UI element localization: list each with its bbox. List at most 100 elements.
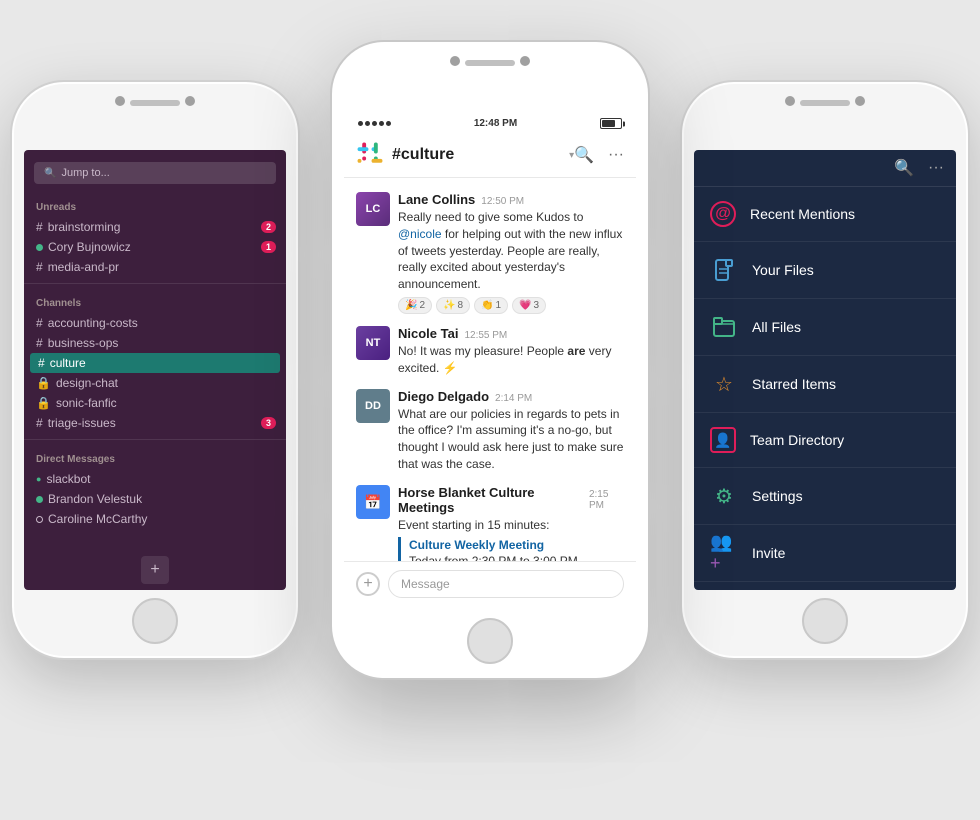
- msg-text-lane: Really need to give some Kudos to @nicol…: [398, 209, 624, 293]
- msg-time-nicole: 12:55 PM: [464, 330, 507, 341]
- msg-author-diego: Diego Delgado: [398, 389, 489, 404]
- unread-badge: 2: [261, 221, 276, 233]
- menu-label-all-files: All Files: [752, 319, 801, 335]
- sidebar-item-slackbot[interactable]: ● slackbot: [24, 469, 286, 489]
- menu-item-invite[interactable]: 👥+ Invite: [694, 525, 956, 582]
- ch-hash3: #: [36, 416, 43, 430]
- search-icon: 🔍: [44, 168, 56, 179]
- dm-name1: slackbot: [46, 472, 90, 486]
- dm-name2: Brandon Velestuk: [48, 492, 142, 506]
- menu-label-team: Team Directory: [750, 432, 844, 448]
- sidebar-item-brandon[interactable]: Brandon Velestuk: [24, 489, 286, 509]
- sidebar-item-cory[interactable]: Cory Bujnowicz 1: [24, 237, 286, 257]
- at-icon: @: [710, 201, 736, 227]
- sidebar-item-business[interactable]: # business-ops: [24, 333, 286, 353]
- event-title[interactable]: Culture Weekly Meeting: [409, 537, 624, 554]
- msg-header-cal: Horse Blanket Culture Meetings 2:15 PM: [398, 485, 624, 515]
- messages-list: LC Lane Collins 12:50 PM Really need to …: [344, 178, 636, 561]
- signal-dots: [358, 121, 391, 126]
- home-button-left[interactable]: [132, 598, 178, 644]
- msg-content-diego: Diego Delgado 2:14 PM What are our polic…: [398, 389, 624, 473]
- sidebar-item-design[interactable]: 🔒 design-chat: [24, 373, 286, 393]
- msg-author-cal: Horse Blanket Culture Meetings: [398, 485, 583, 515]
- avatar-nicole: NT: [356, 326, 390, 360]
- reaction-heart[interactable]: 💗 3: [512, 297, 546, 314]
- slack-logo: [356, 141, 384, 169]
- menu-item-switch-teams[interactable]: ⇄ Switch Teams: [694, 582, 956, 590]
- ch-name: business-ops: [48, 336, 119, 350]
- msg-text-diego: What are our policies in regards to pets…: [398, 406, 624, 473]
- menu-item-recent-mentions[interactable]: @ Recent Mentions: [694, 187, 956, 242]
- unreads-label: Unreads: [24, 194, 286, 217]
- sidebar-item-sonic[interactable]: 🔒 sonic-fanfic: [24, 393, 286, 413]
- event-card: Culture Weekly Meeting Today from 2:30 P…: [398, 537, 624, 561]
- msg-time-lane: 12:50 PM: [481, 196, 524, 207]
- event-time: Today from 2:30 PM to 3:00 PM: [409, 553, 624, 561]
- sidebar-item-culture[interactable]: # culture: [30, 353, 280, 373]
- message-input[interactable]: Message: [388, 570, 624, 598]
- message-calendar: 📅 Horse Blanket Culture Meetings 2:15 PM…: [344, 479, 636, 561]
- add-button[interactable]: +: [141, 556, 169, 584]
- msg-author-nicole: Nicole Tai: [398, 326, 458, 341]
- ch-name: culture: [50, 356, 86, 370]
- msg-header-lane: Lane Collins 12:50 PM: [398, 192, 624, 207]
- ch-lock2: 🔒: [36, 396, 51, 410]
- dm-name: Cory Bujnowicz: [48, 240, 131, 254]
- ch-hash: #: [38, 356, 45, 370]
- reaction-party[interactable]: 🎉 2: [398, 297, 432, 314]
- mention-nicole[interactable]: @nicole: [398, 227, 442, 241]
- sidebar-item-media[interactable]: # media-and-pr: [24, 257, 286, 277]
- reaction-clap[interactable]: 👏 1: [474, 297, 508, 314]
- ch-name: accounting-costs: [48, 316, 138, 330]
- right-screen: 🔍 ··· @ Recent Mentions: [694, 150, 956, 590]
- channel-title: #culture: [392, 146, 567, 164]
- reactions-lane: 🎉 2 ✨ 8 👏 1 💗 3: [398, 297, 624, 314]
- cal-day: 📅: [364, 495, 381, 509]
- camera-right-r: [855, 96, 865, 106]
- dm-badge: 1: [261, 241, 276, 253]
- speaker-center: [465, 60, 515, 66]
- menu-header: 🔍 ···: [694, 150, 956, 186]
- menu-item-starred[interactable]: ☆ Starred Items: [694, 356, 956, 413]
- dm-label: Direct Messages: [24, 446, 286, 469]
- menu-item-settings[interactable]: ⚙ Settings: [694, 468, 956, 525]
- sidebar-item-brainstorming[interactable]: # brainstorming 2: [24, 217, 286, 237]
- menu-label-recent: Recent Mentions: [750, 206, 855, 222]
- sidebar-item-accounting[interactable]: # accounting-costs: [24, 313, 286, 333]
- sidebar-search[interactable]: 🔍 Jump to...: [34, 162, 276, 184]
- camera-left-r: [785, 96, 795, 106]
- search-icon-header[interactable]: 🔍: [574, 145, 594, 165]
- sidebar-item-caroline[interactable]: Caroline McCarthy: [24, 509, 286, 529]
- menu-item-team-directory[interactable]: 👤 Team Directory: [694, 413, 956, 468]
- dm-name3: Caroline McCarthy: [48, 512, 147, 526]
- ch-name: sonic-fanfic: [56, 396, 117, 410]
- menu-item-your-files[interactable]: Your Files: [694, 242, 956, 299]
- status-bar: 12:48 PM: [344, 114, 636, 133]
- offline-dot: [36, 516, 43, 523]
- ch-lock: 🔒: [36, 376, 51, 390]
- msg-content-lane: Lane Collins 12:50 PM Really need to giv…: [398, 192, 624, 314]
- msg-text-nicole: No! It was my pleasure! People are very …: [398, 343, 624, 377]
- right-menu: 🔍 ··· @ Recent Mentions: [694, 150, 956, 590]
- camera-right-c: [520, 56, 530, 66]
- menu-item-all-files[interactable]: All Files: [694, 299, 956, 356]
- add-attachment-button[interactable]: +: [356, 572, 380, 596]
- more-icon-right[interactable]: ···: [928, 159, 944, 177]
- home-button-center[interactable]: [467, 618, 513, 664]
- phone-right: 🔍 ··· @ Recent Mentions: [680, 80, 970, 660]
- reaction-sparkle[interactable]: ✨ 8: [436, 297, 470, 314]
- menu-label-starred: Starred Items: [752, 376, 836, 392]
- camera-right-l: [185, 96, 195, 106]
- calendar-avatar: 📅: [356, 485, 390, 519]
- msg-time-diego: 2:14 PM: [495, 393, 532, 404]
- phone-center: 12:48 PM #culture: [330, 40, 650, 680]
- sidebar-item-triage[interactable]: # triage-issues 3: [24, 413, 286, 433]
- battery-fill: [602, 120, 616, 127]
- online-dot: [36, 244, 43, 251]
- more-icon[interactable]: ···: [608, 146, 624, 164]
- home-button-right[interactable]: [802, 598, 848, 644]
- search-icon-right[interactable]: 🔍: [894, 158, 914, 178]
- msg-content-cal: Horse Blanket Culture Meetings 2:15 PM E…: [398, 485, 624, 561]
- avatar-diego: DD: [356, 389, 390, 423]
- chat-header: #culture ▾ 🔍 ···: [344, 133, 636, 178]
